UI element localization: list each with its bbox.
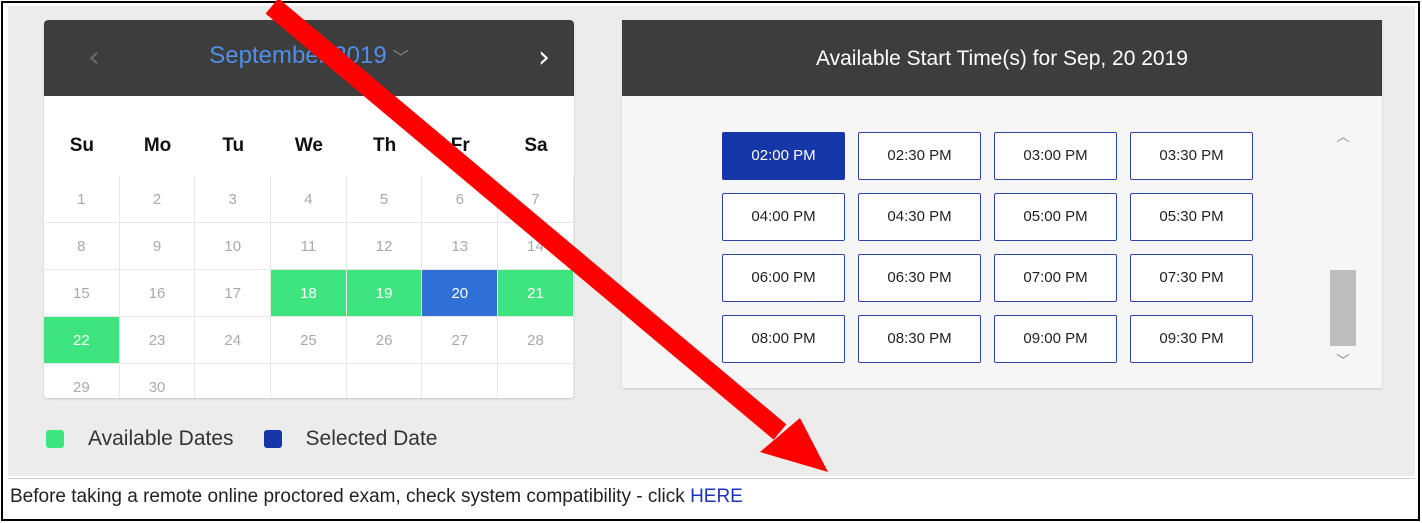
legend: Available Dates Selected Date: [46, 424, 467, 454]
calendar-day-18[interactable]: 18: [271, 270, 347, 317]
time-slot-grid: 02:00 PM 02:30 PM 03:00 PM 03:30 PM 04:00 PM…: [722, 132, 1253, 363]
calendar-day-4: 4: [271, 176, 347, 223]
scroll-up-icon[interactable]: ︿: [1330, 128, 1356, 148]
scrollbar-thumb[interactable]: [1330, 270, 1356, 346]
weekday-label: Tu: [222, 135, 245, 156]
chevron-down-icon: ﹀: [392, 48, 409, 67]
time-slot-button[interactable]: 02:30 PM: [858, 132, 981, 180]
time-slot-button[interactable]: 06:00 PM: [722, 254, 845, 302]
available-swatch: [46, 430, 64, 448]
calendar-day-24: 24: [195, 317, 272, 364]
selected-date-label: Selected Date: [305, 427, 438, 450]
calendar-day-12: 12: [346, 223, 423, 270]
calendar-day-5: 5: [346, 176, 423, 223]
calendar-empty-cell: [498, 364, 574, 398]
calendar-day-17: 17: [195, 270, 272, 317]
start-times-panel: Available Start Time(s) for Sep, 20 2019…: [622, 20, 1382, 388]
calendar-day-19[interactable]: 19: [346, 270, 423, 317]
calendar-empty-cell: [271, 364, 347, 398]
month-selector[interactable]: September 2019 ﹀: [44, 42, 574, 70]
calendar-day-1: 1: [44, 176, 120, 223]
calendar-week: 15 16 17 18 19 20 21: [44, 270, 574, 317]
month-label: September 2019: [209, 42, 387, 69]
time-slot-button[interactable]: 07:00 PM: [994, 254, 1117, 302]
calendar-empty-cell: [422, 364, 499, 398]
weekday-label: Su: [69, 135, 94, 156]
scroll-down-icon[interactable]: ﹀: [1330, 352, 1356, 372]
calendar-day-11: 11: [271, 223, 347, 270]
calendar-day-7: 7: [498, 176, 574, 223]
calendar-day-6: 6: [422, 176, 499, 223]
weekday-label: We: [294, 135, 323, 156]
calendar-week: 29 30: [44, 364, 574, 398]
calendar-day-14: 14: [498, 223, 574, 270]
weekday-label: Sa: [524, 135, 548, 156]
calendar-day-23: 23: [119, 317, 196, 364]
calendar-grid: 1 2 3 4 5 6 7 8 9 10 11 12 13 14 15 16 17 18 19 20 21 22 23 24 2…: [44, 176, 574, 398]
calendar-day-16: 16: [119, 270, 196, 317]
weekday-label: Th: [372, 135, 397, 156]
weekday-header: Su Mo Tu We Th Fr Sa: [44, 116, 574, 176]
calendar: ‹ September 2019 ﹀ › Su Mo Tu We Th Fr Sa 12345…: [44, 20, 574, 398]
calendar-day-20[interactable]: 20: [422, 270, 499, 317]
calendar-week: 8 9 10 11 12 13 14: [44, 223, 574, 270]
time-slot-button[interactable]: 03:00 PM: [994, 132, 1117, 180]
calendar-day-26: 26: [346, 317, 423, 364]
weekday-label: Mo: [143, 135, 172, 156]
time-slot-button[interactable]: 08:00 PM: [722, 315, 845, 363]
calendar-day-25: 25: [271, 317, 347, 364]
calendar-day-10: 10: [195, 223, 272, 270]
time-slot-button[interactable]: 05:00 PM: [994, 193, 1117, 241]
calendar-day-3: 3: [195, 176, 272, 223]
time-slot-button[interactable]: 02:00 PM: [722, 132, 845, 180]
calendar-day-27: 27: [422, 317, 499, 364]
next-month-icon[interactable]: ›: [524, 38, 564, 78]
compatibility-check-link[interactable]: HERE: [690, 486, 743, 507]
calendar-day-22[interactable]: 22: [44, 317, 120, 364]
time-slot-button[interactable]: 04:30 PM: [858, 193, 981, 241]
calendar-day-8: 8: [44, 223, 120, 270]
available-dates-label: Available Dates: [88, 427, 234, 450]
calendar-day-29: 29: [44, 364, 120, 398]
time-slot-button[interactable]: 04:00 PM: [722, 193, 845, 241]
calendar-day-30: 30: [120, 364, 196, 398]
weekday-label: Fr: [450, 135, 470, 156]
calendar-empty-cell: [347, 364, 423, 398]
time-slot-button[interactable]: 03:30 PM: [1130, 132, 1253, 180]
start-times-list: 02:00 PM 02:30 PM 03:00 PM 03:30 PM 04:00 PM…: [622, 96, 1382, 388]
calendar-day-15: 15: [44, 270, 120, 317]
calendar-week: 22 23 24 25 26 27 28: [44, 317, 574, 364]
calendar-day-2: 2: [119, 176, 196, 223]
time-list-scrollbar[interactable]: ︿ ﹀: [1330, 128, 1356, 374]
selected-swatch: [263, 430, 282, 448]
calendar-day-13: 13: [422, 223, 499, 270]
time-slot-button[interactable]: 05:30 PM: [1130, 193, 1253, 241]
time-slot-button[interactable]: 09:30 PM: [1130, 315, 1253, 363]
calendar-week: 1234567: [44, 176, 574, 223]
calendar-day-21[interactable]: 21: [498, 270, 574, 317]
calendar-day-9: 9: [119, 223, 196, 270]
time-slot-button[interactable]: 08:30 PM: [858, 315, 981, 363]
start-times-header: Available Start Time(s) for Sep, 20 2019: [622, 20, 1382, 96]
compatibility-notice: Before taking a remote online proctored …: [10, 486, 743, 508]
calendar-empty-cell: [195, 364, 272, 398]
footer-divider: [8, 478, 1415, 479]
calendar-day-28: 28: [498, 317, 574, 364]
time-slot-button[interactable]: 09:00 PM: [994, 315, 1117, 363]
time-slot-button[interactable]: 06:30 PM: [858, 254, 981, 302]
calendar-header: ‹ September 2019 ﹀ ›: [44, 20, 574, 96]
time-slot-button[interactable]: 07:30 PM: [1130, 254, 1253, 302]
compatibility-text: Before taking a remote online proctored …: [10, 486, 691, 507]
